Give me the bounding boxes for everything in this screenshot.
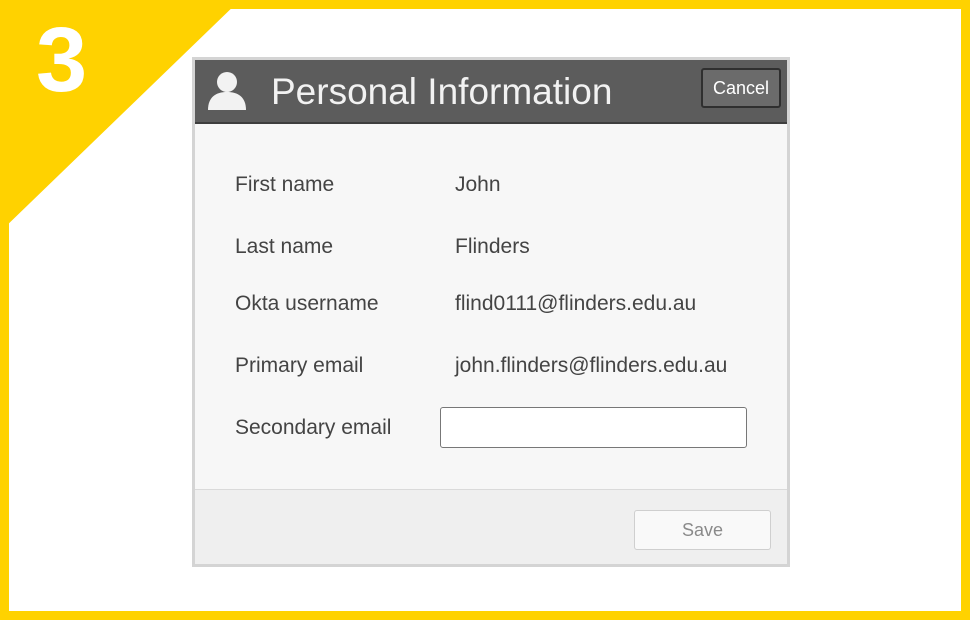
okta-username-label: Okta username xyxy=(235,292,379,315)
primary-email-value: john.flinders@flinders.edu.au xyxy=(455,354,728,377)
last-name-row: Last name Flinders xyxy=(195,232,787,262)
save-button[interactable]: Save xyxy=(634,510,771,550)
personal-information-dialog: Personal Information Cancel First name J… xyxy=(192,57,790,567)
person-icon xyxy=(208,72,246,110)
secondary-email-label: Secondary email xyxy=(235,416,392,439)
first-name-row: First name John xyxy=(195,170,787,200)
okta-username-value: flind0111@flinders.edu.au xyxy=(455,292,697,315)
dialog-footer: Save xyxy=(195,489,787,564)
cancel-button[interactable]: Cancel xyxy=(701,68,781,108)
dialog-titlebar: Personal Information Cancel xyxy=(195,60,787,124)
step-number: 3 xyxy=(36,9,88,111)
secondary-email-row: Secondary email xyxy=(195,407,787,448)
first-name-value: John xyxy=(455,173,501,196)
primary-email-row: Primary email john.flinders@flinders.edu… xyxy=(195,351,787,381)
last-name-value: Flinders xyxy=(455,235,530,258)
dialog-title: Personal Information xyxy=(271,71,613,112)
secondary-email-input[interactable] xyxy=(440,407,747,448)
okta-username-row: Okta username flind0111@flinders.edu.au xyxy=(195,289,787,319)
primary-email-label: Primary email xyxy=(235,354,364,377)
first-name-label: First name xyxy=(235,173,335,196)
last-name-label: Last name xyxy=(235,235,334,258)
